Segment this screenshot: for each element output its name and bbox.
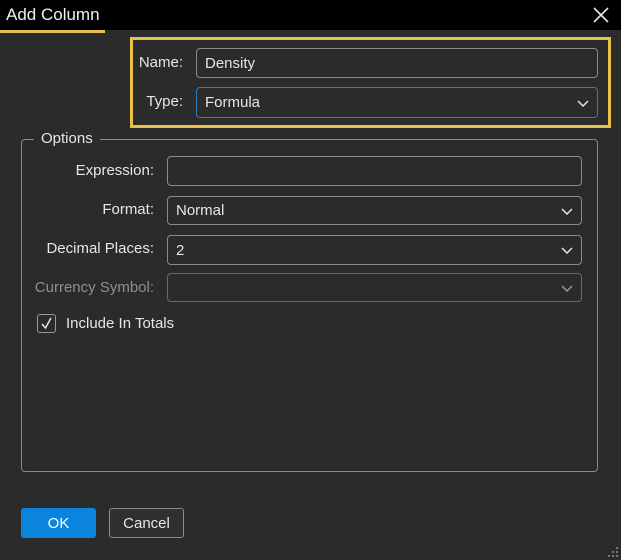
options-legend: Options bbox=[34, 130, 100, 147]
close-icon[interactable] bbox=[590, 4, 612, 26]
type-value: Formula bbox=[205, 94, 261, 111]
checkmark-icon bbox=[41, 317, 52, 330]
type-label: Type: bbox=[146, 93, 183, 110]
decimal-places-value: 2 bbox=[176, 241, 185, 259]
title-underline bbox=[0, 30, 105, 33]
format-label: Format: bbox=[102, 201, 154, 218]
type-select[interactable]: Formula bbox=[196, 87, 598, 118]
cancel-button[interactable]: Cancel bbox=[109, 508, 184, 538]
chevron-down-icon bbox=[561, 207, 573, 215]
include-in-totals-label: Include In Totals bbox=[66, 315, 175, 332]
name-input[interactable]: Density bbox=[196, 48, 598, 78]
chevron-down-icon bbox=[561, 247, 573, 254]
decimal-places-label: Decimal Places: bbox=[46, 240, 154, 257]
resize-grip-icon[interactable] bbox=[607, 546, 619, 558]
expression-label: Expression: bbox=[75, 162, 154, 179]
chevron-down-icon bbox=[561, 284, 573, 292]
options-group bbox=[21, 139, 598, 472]
currency-symbol-label: Currency Symbol: bbox=[34, 279, 154, 296]
name-label: Name: bbox=[138, 54, 183, 71]
name-value: Density bbox=[205, 54, 256, 72]
include-in-totals-checkbox[interactable] bbox=[37, 314, 56, 333]
currency-symbol-select[interactable] bbox=[167, 273, 582, 302]
expression-input[interactable] bbox=[167, 156, 582, 186]
format-select[interactable]: Normal bbox=[167, 196, 582, 225]
chevron-down-icon bbox=[577, 99, 589, 107]
decimal-places-select[interactable]: 2 bbox=[167, 235, 582, 265]
format-value: Normal bbox=[176, 202, 225, 219]
ok-button[interactable]: OK bbox=[21, 508, 96, 538]
dialog-title: Add Column bbox=[6, 5, 100, 24]
